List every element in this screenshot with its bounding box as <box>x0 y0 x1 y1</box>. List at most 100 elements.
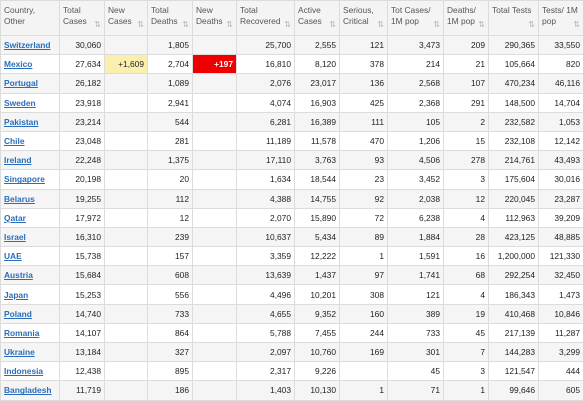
cell-new-deaths <box>193 170 237 189</box>
cell-tests-per-1m: 30,016 <box>539 170 583 189</box>
cell-tot-cases-per-1m: 301 <box>388 343 444 362</box>
sort-arrows-icon[interactable]: ⇅ <box>284 19 291 30</box>
country-link[interactable]: Romania <box>4 328 39 338</box>
column-header-total-tests[interactable]: Total Tests⇅ <box>489 1 539 36</box>
cell-active-cases: 10,130 <box>295 381 340 400</box>
country-link[interactable]: Sweden <box>4 98 36 108</box>
column-header-deaths-per-1m[interactable]: Deaths/ 1M pop⇅ <box>444 1 489 36</box>
country-link[interactable]: Austria <box>4 270 33 280</box>
country-link[interactable]: Chile <box>4 136 24 146</box>
table-row: Bangladesh11,7191861,40310,130171199,646… <box>1 381 583 400</box>
sort-arrows-icon[interactable]: ⇅ <box>182 19 189 30</box>
cell-country: Portugal <box>1 74 60 93</box>
column-header-new-cases[interactable]: New Cases⇅ <box>105 1 148 36</box>
cell-total-deaths: 1,805 <box>148 36 193 55</box>
sort-arrows-icon[interactable]: ⇅ <box>377 19 384 30</box>
sort-arrows-icon[interactable]: ⇅ <box>478 19 485 30</box>
sort-arrows-icon[interactable]: ⇅ <box>433 19 440 30</box>
cell-total-deaths: 112 <box>148 189 193 208</box>
cell-total-recovered: 4,496 <box>237 285 295 304</box>
cell-total-deaths: 12 <box>148 208 193 227</box>
country-link[interactable]: Indonesia <box>4 366 43 376</box>
country-link[interactable]: Japan <box>4 290 28 300</box>
cell-total-cases: 11,719 <box>60 381 105 400</box>
cell-serious-critical: 378 <box>340 55 388 74</box>
country-link[interactable]: Ireland <box>4 155 31 165</box>
cell-tot-cases-per-1m: 3,452 <box>388 170 444 189</box>
cell-new-cases <box>105 362 148 381</box>
column-header-total-deaths[interactable]: Total Deaths ⇅ <box>148 1 193 36</box>
cell-total-deaths: 239 <box>148 227 193 246</box>
country-link[interactable]: Qatar <box>4 213 26 223</box>
country-link[interactable]: Singapore <box>4 174 45 184</box>
cell-country: Japan <box>1 285 60 304</box>
sort-arrows-icon[interactable]: ⇅ <box>137 19 144 30</box>
cell-tot-cases-per-1m: 1,591 <box>388 247 444 266</box>
cell-active-cases: 23,017 <box>295 74 340 93</box>
cell-total-cases: 19,255 <box>60 189 105 208</box>
sort-arrows-icon[interactable]: ⇅ <box>329 19 336 30</box>
cell-total-cases: 17,972 <box>60 208 105 227</box>
column-header-tests-per-1m[interactable]: Tests/ 1M pop⇅ <box>539 1 583 36</box>
cell-new-deaths <box>193 227 237 246</box>
cell-total-deaths: 608 <box>148 266 193 285</box>
cell-total-cases: 23,214 <box>60 112 105 131</box>
cell-deaths-per-1m: 107 <box>444 74 489 93</box>
cell-total-tests: 148,500 <box>489 93 539 112</box>
cell-active-cases: 16,389 <box>295 112 340 131</box>
country-link[interactable]: Belarus <box>4 194 35 204</box>
sort-arrows-icon[interactable]: ⇅ <box>94 19 101 30</box>
column-header-total-cases[interactable]: Total Cases ⇅ <box>60 1 105 36</box>
column-header-tot-cases-per-1m[interactable]: Tot Cases/ 1M pop⇅ <box>388 1 444 36</box>
cell-total-deaths: 327 <box>148 343 193 362</box>
cell-total-recovered: 4,074 <box>237 93 295 112</box>
cell-tests-per-1m: 23,287 <box>539 189 583 208</box>
column-header-label: Deaths/ 1M pop <box>447 5 476 26</box>
cell-total-cases: 20,198 <box>60 170 105 189</box>
cell-new-deaths <box>193 112 237 131</box>
country-link[interactable]: Mexico <box>4 59 32 69</box>
cell-total-cases: 16,310 <box>60 227 105 246</box>
cell-new-cases <box>105 74 148 93</box>
column-header-total-recovered[interactable]: Total Recovered⇅ <box>237 1 295 36</box>
cell-tests-per-1m: 32,450 <box>539 266 583 285</box>
sort-arrows-icon[interactable]: ⇅ <box>573 19 580 30</box>
country-link[interactable]: Israel <box>4 232 26 242</box>
cell-country: Singapore <box>1 170 60 189</box>
cell-total-cases: 22,248 <box>60 151 105 170</box>
cell-total-recovered: 25,700 <box>237 36 295 55</box>
country-link[interactable]: Portugal <box>4 78 38 88</box>
cell-new-deaths <box>193 362 237 381</box>
cell-country: Mexico <box>1 55 60 74</box>
cell-total-recovered: 13,639 <box>237 266 295 285</box>
country-link[interactable]: Poland <box>4 309 32 319</box>
cell-active-cases: 12,222 <box>295 247 340 266</box>
cell-tot-cases-per-1m: 45 <box>388 362 444 381</box>
country-link[interactable]: Switzerland <box>4 40 51 50</box>
country-link[interactable]: Pakistan <box>4 117 38 127</box>
cell-new-cases <box>105 93 148 112</box>
country-link[interactable]: Bangladesh <box>4 385 51 395</box>
column-header-serious-critical[interactable]: Serious, Critical⇅ <box>340 1 388 36</box>
cell-total-tests: 1,200,000 <box>489 247 539 266</box>
cell-active-cases: 16,903 <box>295 93 340 112</box>
sort-arrows-icon[interactable]: ⇅ <box>226 19 233 30</box>
column-header-label: Total Cases <box>63 5 87 26</box>
column-header-label: Total Deaths <box>151 5 178 26</box>
cell-deaths-per-1m: 28 <box>444 227 489 246</box>
cell-serious-critical: 93 <box>340 151 388 170</box>
cell-new-deaths: +197 <box>193 55 237 74</box>
cell-total-deaths: 895 <box>148 362 193 381</box>
country-link[interactable]: UAE <box>4 251 22 261</box>
cell-new-deaths <box>193 247 237 266</box>
cell-total-deaths: 864 <box>148 323 193 342</box>
cell-serious-critical: 1 <box>340 381 388 400</box>
sort-arrows-icon[interactable]: ⇅ <box>528 19 535 30</box>
country-link[interactable]: Ukraine <box>4 347 35 357</box>
cell-new-deaths <box>193 36 237 55</box>
column-header-country[interactable]: Country, Other <box>1 1 60 36</box>
column-header-active-cases[interactable]: Active Cases⇅ <box>295 1 340 36</box>
cell-tests-per-1m: 1,473 <box>539 285 583 304</box>
column-header-new-deaths[interactable]: New Deaths⇅ <box>193 1 237 36</box>
cell-tests-per-1m: 14,704 <box>539 93 583 112</box>
